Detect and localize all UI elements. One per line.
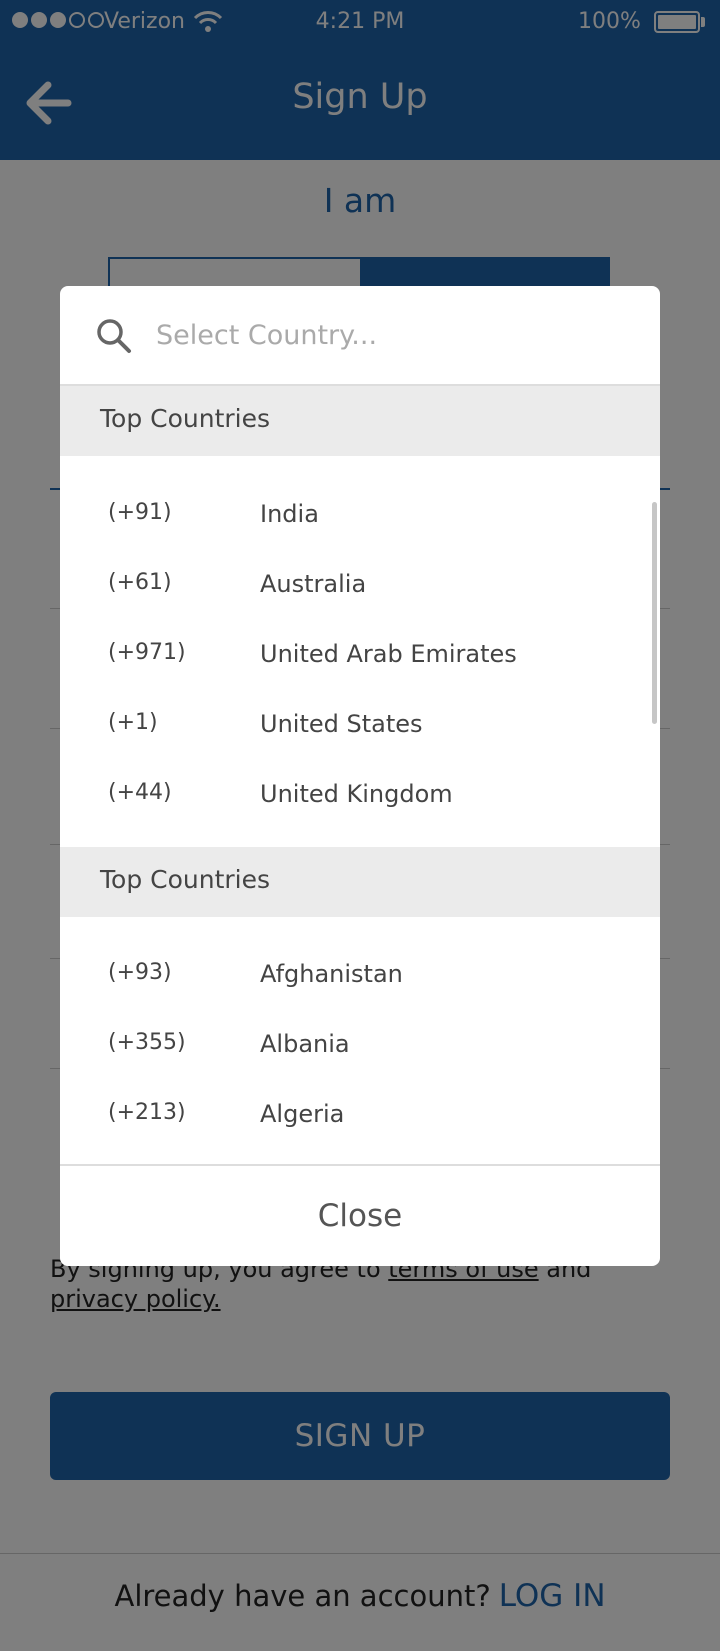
section-header: Top Countries	[60, 386, 660, 456]
country-dial-code: (+61)	[108, 570, 172, 595]
country-name: United Arab Emirates	[260, 640, 517, 668]
country-name: United States	[260, 710, 423, 738]
close-button[interactable]: Close	[60, 1164, 660, 1266]
section-title: Top Countries	[100, 404, 271, 433]
country-row-algeria[interactable]: (+213) Algeria	[60, 1080, 660, 1150]
country-row-afghanistan[interactable]: (+93) Afghanistan	[60, 940, 660, 1010]
section-title: Top Countries	[100, 865, 271, 894]
country-dial-code: (+91)	[108, 500, 172, 525]
country-dial-code: (+1)	[108, 710, 158, 735]
list-scrollbar[interactable]	[652, 502, 657, 724]
country-row-united-arab-emirates[interactable]: (+971) United Arab Emirates	[60, 620, 660, 690]
country-search-input[interactable]	[156, 312, 626, 358]
country-name: Albania	[260, 1030, 350, 1058]
country-name: Australia	[260, 570, 367, 598]
country-row-india[interactable]: (+91) India	[60, 480, 660, 550]
country-name: Afghanistan	[260, 960, 403, 988]
country-dial-code: (+971)	[108, 640, 186, 665]
country-picker-dialog: Top Countries (+91) India (+61) Australi…	[60, 286, 660, 1266]
country-dial-code: (+355)	[108, 1030, 186, 1055]
country-search-bar	[60, 286, 660, 386]
country-row-united-states[interactable]: (+1) United States	[60, 690, 660, 760]
country-dial-code: (+93)	[108, 960, 172, 985]
country-name: United Kingdom	[260, 780, 453, 808]
country-name: Algeria	[260, 1100, 345, 1128]
search-icon	[94, 316, 134, 360]
section-header: Top Countries	[60, 847, 660, 917]
country-name: India	[260, 500, 319, 528]
country-row-albania[interactable]: (+355) Albania	[60, 1010, 660, 1080]
country-dial-code: (+44)	[108, 780, 172, 805]
country-row-united-kingdom[interactable]: (+44) United Kingdom	[60, 760, 660, 830]
country-row-australia[interactable]: (+61) Australia	[60, 550, 660, 620]
country-dial-code: (+213)	[108, 1100, 186, 1125]
